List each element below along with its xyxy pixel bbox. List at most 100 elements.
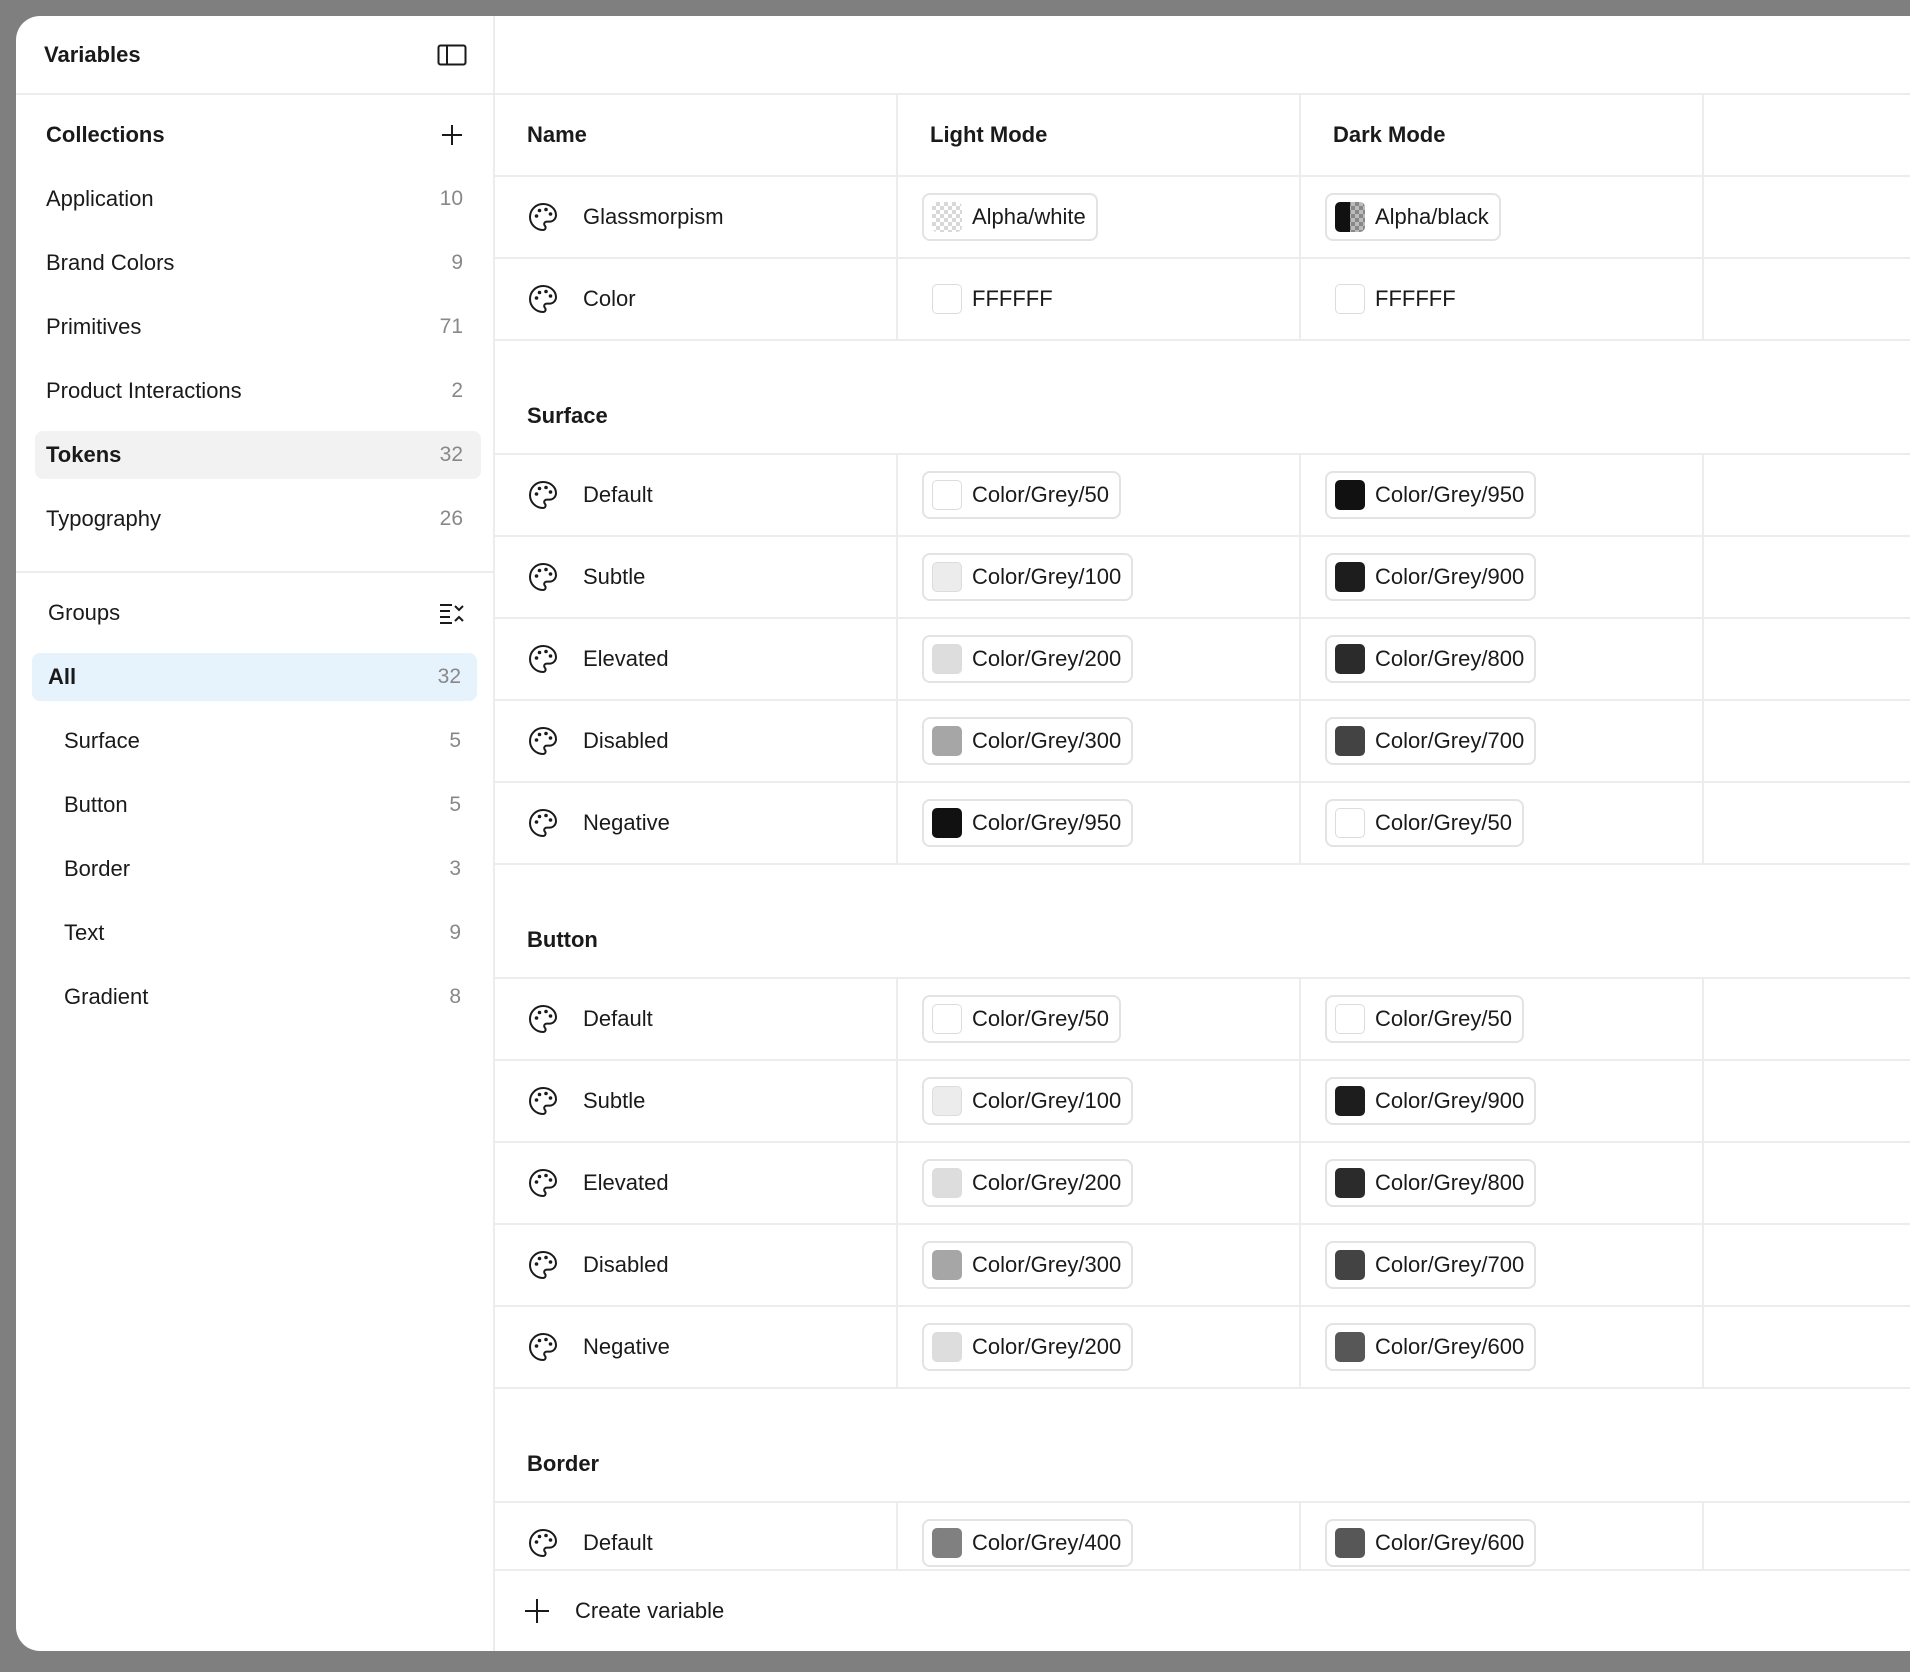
value-chip[interactable]: Color/Grey/700 [1325,1241,1537,1289]
column-header-light-mode[interactable]: Light Mode [898,95,1301,175]
table-row[interactable]: Disabled Color/Grey/300 Color/Grey/700 [495,1225,1910,1307]
collection-count: 2 [451,379,463,402]
groups-header: Groups [16,573,493,653]
empty-cell [1704,1307,1910,1387]
value-chip[interactable]: Color/Grey/100 [922,1077,1134,1125]
value-label: Color/Grey/950 [972,810,1122,835]
value-chip[interactable]: FFFFFF [922,275,1065,323]
variable-name: Negative [583,1334,670,1359]
value-chip[interactable]: FFFFFF [1325,275,1468,323]
group-item-gradient[interactable]: Gradient 8 [32,973,477,1021]
value-chip[interactable]: Alpha/black [1325,193,1501,241]
collection-label: Primitives [46,314,142,339]
collection-item-typography[interactable]: Typography 26 [35,495,481,543]
value-chip[interactable]: Color/Grey/200 [922,1159,1134,1207]
variables-table: Name Light Mode Dark Mode Glassmorpism A… [495,95,1910,1585]
group-count: 32 [437,665,461,688]
empty-cell [1704,537,1910,617]
variable-name-cell[interactable]: Default [495,455,898,535]
value-chip[interactable]: Color/Grey/800 [1325,635,1537,683]
value-chip[interactable]: Color/Grey/600 [1325,1323,1537,1371]
variable-name-cell[interactable]: Elevated [495,619,898,699]
table-row[interactable]: Default Color/Grey/50 Color/Grey/950 [495,455,1910,537]
value-chip[interactable]: Color/Grey/100 [922,553,1134,601]
value-chip[interactable]: Color/Grey/50 [1325,799,1524,847]
value-chip[interactable]: Color/Grey/900 [1325,1077,1537,1125]
column-header-dark-mode[interactable]: Dark Mode [1301,95,1704,175]
table-row[interactable]: Subtle Color/Grey/100 Color/Grey/900 [495,537,1910,619]
value-chip[interactable]: Color/Grey/900 [1325,553,1537,601]
value-chip[interactable]: Color/Grey/300 [922,1241,1134,1289]
table-row[interactable]: Elevated Color/Grey/200 Color/Grey/800 [495,619,1910,701]
collection-count: 32 [439,443,463,466]
group-item-button[interactable]: Button 5 [32,781,477,829]
value-label: FFFFFF [972,286,1053,311]
value-chip[interactable]: Color/Grey/200 [922,1323,1134,1371]
value-chip[interactable]: Color/Grey/50 [922,995,1121,1043]
variable-name-cell[interactable]: Negative [495,1307,898,1387]
variable-name-cell[interactable]: Negative [495,783,898,863]
value-label: Color/Grey/300 [972,728,1122,753]
variable-name-cell[interactable]: Color [495,259,898,339]
dark-mode-cell: Color/Grey/50 [1301,979,1704,1059]
variable-name-cell[interactable]: Default [495,979,898,1059]
value-label: Color/Grey/50 [972,482,1109,507]
table-row[interactable]: Negative Color/Grey/200 Color/Grey/600 [495,1307,1910,1389]
table-row[interactable]: Subtle Color/Grey/100 Color/Grey/900 [495,1061,1910,1143]
groups-sort-button[interactable] [435,596,469,630]
group-item-text[interactable]: Text 9 [32,909,477,957]
value-chip[interactable]: Color/Grey/50 [1325,995,1524,1043]
group-item-surface[interactable]: Surface 5 [32,717,477,765]
table-row[interactable]: Default Color/Grey/50 Color/Grey/50 [495,979,1910,1061]
value-chip[interactable]: Color/Grey/300 [922,717,1134,765]
group-item-border[interactable]: Border 3 [32,845,477,893]
group-label: Gradient [64,984,149,1009]
collection-count: 71 [439,315,463,338]
empty-cell [1704,259,1910,339]
value-chip[interactable]: Color/Grey/700 [1325,717,1537,765]
table-row[interactable]: Glassmorpism Alpha/white Alpha/black [495,177,1910,259]
value-chip[interactable]: Alpha/white [922,193,1098,241]
empty-cell [1704,455,1910,535]
collection-item-application[interactable]: Application 10 [35,175,481,223]
collection-item-brand-colors[interactable]: Brand Colors 9 [35,239,481,287]
value-chip[interactable]: Color/Grey/400 [922,1519,1134,1567]
table-row[interactable]: Elevated Color/Grey/200 Color/Grey/800 [495,1143,1910,1225]
variable-name: Negative [583,810,670,835]
variable-name-cell[interactable]: Subtle [495,1061,898,1141]
add-collection-button[interactable] [435,118,469,152]
empty-cell [1704,1143,1910,1223]
create-variable-button[interactable]: Create variable [495,1569,1910,1651]
collection-item-tokens[interactable]: Tokens 32 [35,431,481,479]
variable-name-cell[interactable]: Subtle [495,537,898,617]
table-row[interactable]: Color FFFFFF FFFFFF [495,259,1910,341]
palette-icon [528,644,558,674]
color-swatch [932,480,962,510]
value-chip[interactable]: Color/Grey/200 [922,635,1134,683]
table-row[interactable]: Disabled Color/Grey/300 Color/Grey/700 [495,701,1910,783]
light-mode-cell: Color/Grey/200 [898,1143,1301,1223]
variable-name-cell[interactable]: Elevated [495,1143,898,1223]
column-header-name[interactable]: Name [495,95,898,175]
sidebar-header: Variables [16,16,493,95]
value-chip[interactable]: Color/Grey/950 [922,799,1134,847]
light-mode-cell: Color/Grey/200 [898,1307,1301,1387]
value-chip[interactable]: Color/Grey/600 [1325,1519,1537,1567]
variable-name-cell[interactable]: Disabled [495,701,898,781]
group-item-all[interactable]: All 32 [32,653,477,701]
color-swatch [1335,726,1365,756]
table-row[interactable]: Negative Color/Grey/950 Color/Grey/50 [495,783,1910,865]
sidebar-toggle-button[interactable] [435,38,469,72]
collection-item-product-interactions[interactable]: Product Interactions 2 [35,367,481,415]
value-chip[interactable]: Color/Grey/950 [1325,471,1537,519]
dark-mode-cell: Color/Grey/800 [1301,619,1704,699]
dark-mode-cell: Color/Grey/900 [1301,1061,1704,1141]
variable-name-cell[interactable]: Glassmorpism [495,177,898,257]
variable-name-cell[interactable]: Disabled [495,1225,898,1305]
color-swatch [1335,1004,1365,1034]
palette-icon [528,562,558,592]
collection-item-primitives[interactable]: Primitives 71 [35,303,481,351]
value-chip[interactable]: Color/Grey/50 [922,471,1121,519]
value-chip[interactable]: Color/Grey/800 [1325,1159,1537,1207]
dark-mode-cell: Color/Grey/800 [1301,1143,1704,1223]
